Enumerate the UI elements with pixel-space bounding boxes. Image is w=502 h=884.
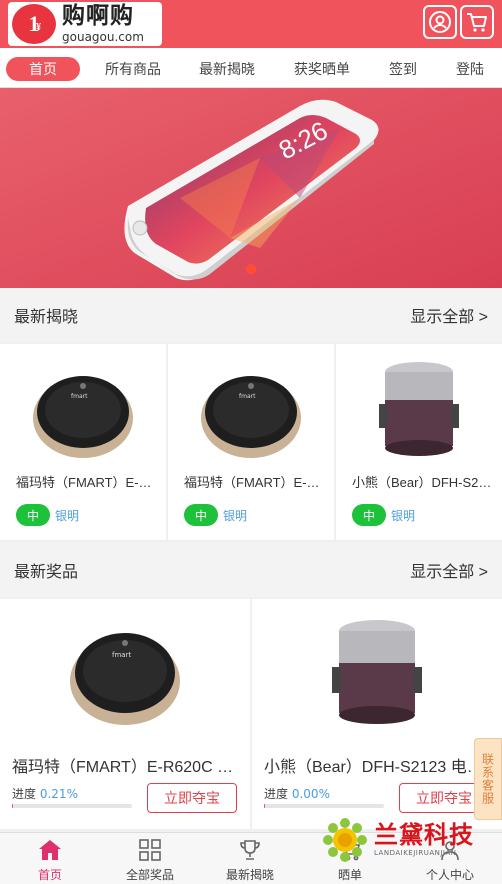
prize-card[interactable]: fmart 福玛特（FMART）E-R620C 智能扫地机器人 进度 0.21%… [0,599,250,829]
reveal-card[interactable]: fmart 福玛特（FMART）E-R620C 中 银明 [0,344,166,540]
tab-shares[interactable]: 晒单 [300,835,400,884]
product-name: 福玛特（FMART）E-R620C 智能扫地机器人 [12,759,234,776]
product-name: 福玛特（FMART）E-R620C [184,475,324,490]
user-icon [429,11,451,33]
svg-text:fmart: fmart [239,393,256,400]
progress-fill [12,804,13,808]
bottom-tabbar: 首页 全部奖品 最新揭晓 晒单 个人中心 [0,832,502,884]
tab-label: 最新揭晓 [225,868,274,882]
product-name: 小熊（Bear）DFH-S2123 [352,475,492,490]
hero-banner[interactable]: 8:26 [0,88,502,288]
product-name: 小熊（Bear）DFH-S2123 电热饭盒 [264,759,486,776]
nav-login[interactable]: 登陆 [445,57,495,81]
tab-all-prizes[interactable]: 全部奖品 [100,835,200,884]
product-name: 福玛特（FMART）E-R620C [16,475,156,490]
winner-tag[interactable]: 银明 [55,507,79,524]
robot-vacuum-image: fmart [33,376,133,458]
tab-home[interactable]: 首页 [0,835,100,884]
progress-label: 进度 0.21% [12,787,78,801]
site-logo[interactable]: 1 ¥ 购啊购 gouagou.com [8,2,162,46]
robot-vacuum-image: fmart [70,633,180,725]
nav-all-products[interactable]: 所有商品 [98,57,168,81]
win-badge: 中 [352,504,386,526]
tab-label: 晒单 [337,868,362,882]
progress-bar [12,804,132,808]
robot-vacuum-image: fmart [201,376,301,458]
trophy-icon [240,840,260,860]
win-badge: 中 [184,504,218,526]
progress-bar [264,804,384,808]
show-all-link[interactable]: 显示全部 > [410,558,488,582]
nav-home[interactable]: 首页 [6,57,80,81]
lunch-box-image [332,620,422,724]
progress-fill [264,804,265,808]
grid-icon [139,839,161,861]
svg-text:fmart: fmart [71,393,88,400]
tab-latest-reveal[interactable]: 最新揭晓 [200,835,300,884]
logo-mark: 1 ¥ [12,4,56,44]
carousel-indicator[interactable] [246,264,256,274]
tab-label: 全部奖品 [125,868,174,882]
person-icon [441,841,459,861]
svg-text:fmart: fmart [112,651,131,659]
win-badge: 中 [16,504,50,526]
tab-label: 个人中心 [425,868,474,882]
cart-icon [467,13,487,32]
phone-illustration: 8:26 [0,88,502,288]
nav-winner-shares[interactable]: 获奖晒单 [287,57,357,81]
winner-tag[interactable]: 银明 [223,507,247,524]
logo-cn: 购啊购 [62,3,134,29]
section-title: 最新揭晓 [14,309,79,326]
tab-label: 首页 [37,868,62,882]
section-title: 最新奖品 [14,564,79,581]
cart-icon [340,841,360,861]
user-button[interactable] [423,5,457,39]
nav-checkin[interactable]: 签到 [378,57,428,81]
nav-latest-reveal[interactable]: 最新揭晓 [192,57,262,81]
reveal-card[interactable]: 小熊（Bear）DFH-S2123 中 银明 [336,344,502,540]
lunch-box-image [379,362,459,456]
show-all-link[interactable]: 显示全部 > [410,303,488,327]
tab-profile[interactable]: 个人中心 [400,835,500,884]
reveal-card[interactable]: fmart 福玛特（FMART）E-R620C 中 银明 [168,344,334,540]
latest-prizes-header: 最新奖品 显示全部 > [0,543,502,597]
winner-tag[interactable]: 银明 [391,507,415,524]
progress-label: 进度 0.00% [264,787,330,801]
contact-service-button[interactable]: 联系客服 [474,738,502,820]
buy-now-button[interactable]: 立即夺宝 [147,783,237,813]
top-nav: 首页 所有商品 最新揭晓 获奖晒单 签到 登陆 [0,48,502,88]
logo-en: gouagou.com [62,30,144,44]
latest-reveal-header: 最新揭晓 显示全部 > [0,288,502,342]
home-icon [39,840,61,860]
cart-button[interactable] [460,5,494,39]
prize-card[interactable]: 小熊（Bear）DFH-S2123 电热饭盒 进度 0.00% 立即夺宝 [252,599,502,829]
header: 1 ¥ 购啊购 gouagou.com [0,0,502,48]
